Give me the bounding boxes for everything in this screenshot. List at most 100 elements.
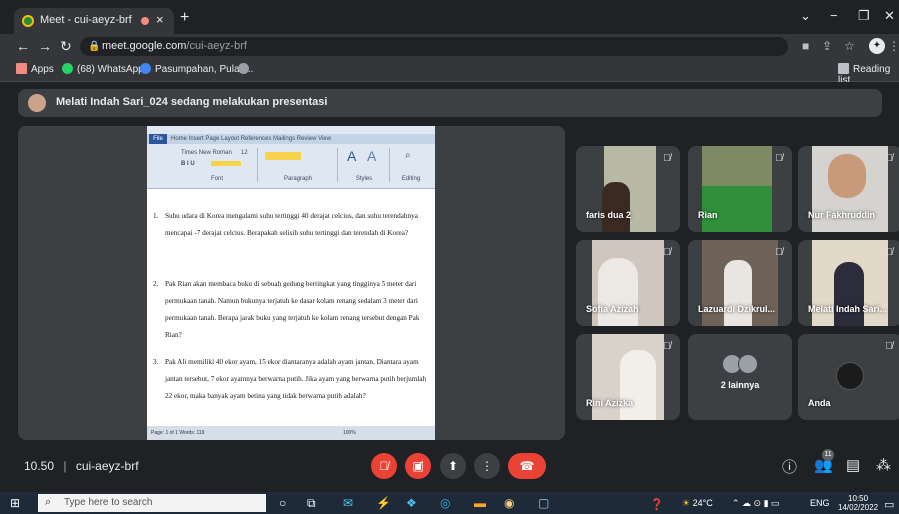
url-host: meet.google.com xyxy=(102,40,187,52)
leave-call-button[interactable]: ☎ xyxy=(508,453,546,479)
meet-favicon-icon xyxy=(22,15,34,27)
editing-group: ⌕ Editing xyxy=(401,150,421,182)
bookmark-apps[interactable]: Apps xyxy=(16,63,54,75)
presenter-avatar xyxy=(28,94,46,112)
sun-icon: ☀ xyxy=(682,498,691,508)
mail-icon[interactable]: ✉ xyxy=(343,496,353,510)
cortana-icon[interactable]: ○ xyxy=(279,496,286,510)
question-3: 3. Pak Ali memiliki 40 ekor ayam, 15 eko… xyxy=(153,358,427,400)
camera-indicator-icon[interactable]: ■ xyxy=(802,39,809,53)
participant-tile[interactable]: 🎙̸ Rian xyxy=(688,146,792,232)
bookmark-pasumpahan[interactable]: Pasumpahan, Pulau... xyxy=(140,63,253,75)
clock[interactable]: 10:50 14/02/2022 xyxy=(838,494,878,512)
menu-dots-icon[interactable]: ⋮ xyxy=(888,39,899,53)
mic-off-icon: 🎙̸ xyxy=(885,341,893,352)
meeting-time: 10.50 xyxy=(24,459,55,473)
participant-tile[interactable]: 🎙̸ Rini Azizka xyxy=(576,334,680,420)
bookmark-whatsapp[interactable]: (68) WhatsApp xyxy=(62,63,144,75)
taskbar-search-input[interactable]: ⌕ Type here to search xyxy=(38,494,266,512)
notifications-icon[interactable]: ▭ xyxy=(884,498,894,511)
tab-close-icon[interactable]: × xyxy=(156,12,164,27)
bookmark-star-icon[interactable]: ☆ xyxy=(844,39,855,53)
change-styles-icon: A xyxy=(367,148,377,164)
zoom-level: 100% xyxy=(343,430,356,436)
dropbox-icon[interactable]: ❖ xyxy=(406,496,417,510)
chrome-icon[interactable]: ◉ xyxy=(504,496,514,510)
window-close-icon[interactable]: ✕ xyxy=(884,8,895,24)
back-arrow-icon[interactable]: ← xyxy=(16,38,30,54)
new-tab-button[interactable]: + xyxy=(180,9,189,27)
file-explorer-icon[interactable]: ▬ xyxy=(474,496,486,510)
meeting-info: 10.50 | cui-aeyz-brf xyxy=(24,459,139,473)
quick-styles-icon: A xyxy=(347,148,357,164)
meeting-code: cui-aeyz-brf xyxy=(75,459,139,473)
tab-title: Meet - cui-aeyz-brf xyxy=(40,14,132,26)
help-icon[interactable]: ❓ xyxy=(650,498,664,511)
app-icon[interactable]: ▢ xyxy=(538,496,549,510)
address-bar[interactable]: 🔒 meet.google.com/cui-aeyz-brf xyxy=(80,37,788,56)
camera-off-icon: ▣̸ xyxy=(412,459,424,473)
document-page: 1. Suhu udara di Korea mengalami suhu te… xyxy=(151,200,429,420)
editing-icon: ⌕ xyxy=(405,150,411,161)
edge-icon[interactable]: ◎ xyxy=(440,496,450,510)
mic-off-icon: 🎙̸ xyxy=(885,153,893,164)
end-call-icon: ☎ xyxy=(519,459,535,473)
more-count-label: 2 lainnya xyxy=(720,380,760,390)
website-icon xyxy=(140,63,151,74)
participant-tile[interactable]: 🎙̸ Melati Indah Sari... xyxy=(798,240,899,326)
meeting-details-icon[interactable]: ⓘ xyxy=(782,456,797,477)
maximize-icon[interactable]: ❐ xyxy=(858,8,870,24)
participant-tile[interactable]: 🎙̸ Lazuardi Dzikrul... xyxy=(688,240,792,326)
ribbon-tabs: Home Insert Page Layout References Maili… xyxy=(171,136,331,142)
mic-off-icon: 🎙̸ xyxy=(775,153,783,164)
winamp-icon[interactable]: ⚡ xyxy=(376,496,391,510)
styles-group: A A Styles xyxy=(339,148,390,182)
task-view-icon[interactable]: ⧉ xyxy=(307,496,316,511)
chat-icon[interactable]: ▤ xyxy=(846,456,860,474)
more-avatars xyxy=(722,354,758,379)
reload-icon[interactable]: ↻ xyxy=(60,38,72,55)
more-participants-tile[interactable]: 2 lainnya xyxy=(688,334,792,420)
font-size: 12 xyxy=(241,150,248,156)
shared-document: Home Insert Page Layout References Maili… xyxy=(147,126,435,440)
question-1: 1. Suhu udara di Korea mengalami suhu te… xyxy=(153,212,418,237)
lock-icon: 🔒 xyxy=(88,41,101,52)
minimize-icon[interactable]: − xyxy=(830,8,838,23)
tab-search-chevron-icon[interactable]: ⌄ xyxy=(800,8,811,24)
participant-tile[interactable]: 🎙̸ Sofia Azizah xyxy=(576,240,680,326)
mic-off-icon: 🎙̸ xyxy=(885,247,893,258)
language-indicator[interactable]: ENG xyxy=(810,498,830,508)
reading-list-icon xyxy=(838,63,849,74)
present-screen-icon: ⬆ xyxy=(447,459,459,473)
more-vert-icon: ⋮ xyxy=(481,459,493,473)
mic-off-icon: 🎙̸ xyxy=(775,247,783,258)
share-icon[interactable]: ⇪ xyxy=(822,39,832,53)
participant-count-badge: 11 xyxy=(822,449,834,461)
file-tab: File xyxy=(149,134,167,144)
mic-off-icon: 🎙̸ xyxy=(379,459,389,473)
present-button[interactable]: ⬆ xyxy=(440,453,466,479)
more-options-button[interactable]: ⋮ xyxy=(474,453,500,479)
word-ribbon: Home Insert Page Layout References Maili… xyxy=(147,126,435,189)
profile-avatar-icon[interactable]: ✦ xyxy=(869,38,885,54)
self-tile[interactable]: 🎙̸ Anda xyxy=(798,334,899,420)
activities-icon[interactable]: ⁂ xyxy=(876,456,891,474)
tray-icons[interactable]: ⌃ ☁ ⊙ ▮ ▭ xyxy=(732,498,780,509)
participant-tile[interactable]: 🎙̸ Nur Fakhruddin xyxy=(798,146,899,232)
highlight-swatch xyxy=(211,161,241,166)
weather-widget[interactable]: ☀ 24°C xyxy=(682,498,713,509)
forward-arrow-icon[interactable]: → xyxy=(38,38,52,54)
browser-tab[interactable]: Meet - cui-aeyz-brf × xyxy=(14,8,174,34)
question-2: 2. Pak Rian akan membaca buku di sebuah … xyxy=(153,280,420,339)
camera-toggle-button[interactable]: ▣̸ xyxy=(405,453,431,479)
bookmark-globe[interactable] xyxy=(238,63,253,75)
url-path: /cui-aeyz-brf xyxy=(186,40,247,52)
windows-start-icon[interactable]: ⊞ xyxy=(10,496,20,510)
mic-off-icon: 🎙̸ xyxy=(663,341,671,352)
apps-grid-icon xyxy=(16,63,27,74)
whatsapp-icon xyxy=(62,63,73,74)
recording-indicator-icon xyxy=(141,17,149,25)
participant-tile[interactable]: 🎙̸ faris dua 2 xyxy=(576,146,680,232)
font-group: Times New Roman 12 B I U Font xyxy=(177,148,258,182)
mic-toggle-button[interactable]: 🎙̸ xyxy=(371,453,397,479)
